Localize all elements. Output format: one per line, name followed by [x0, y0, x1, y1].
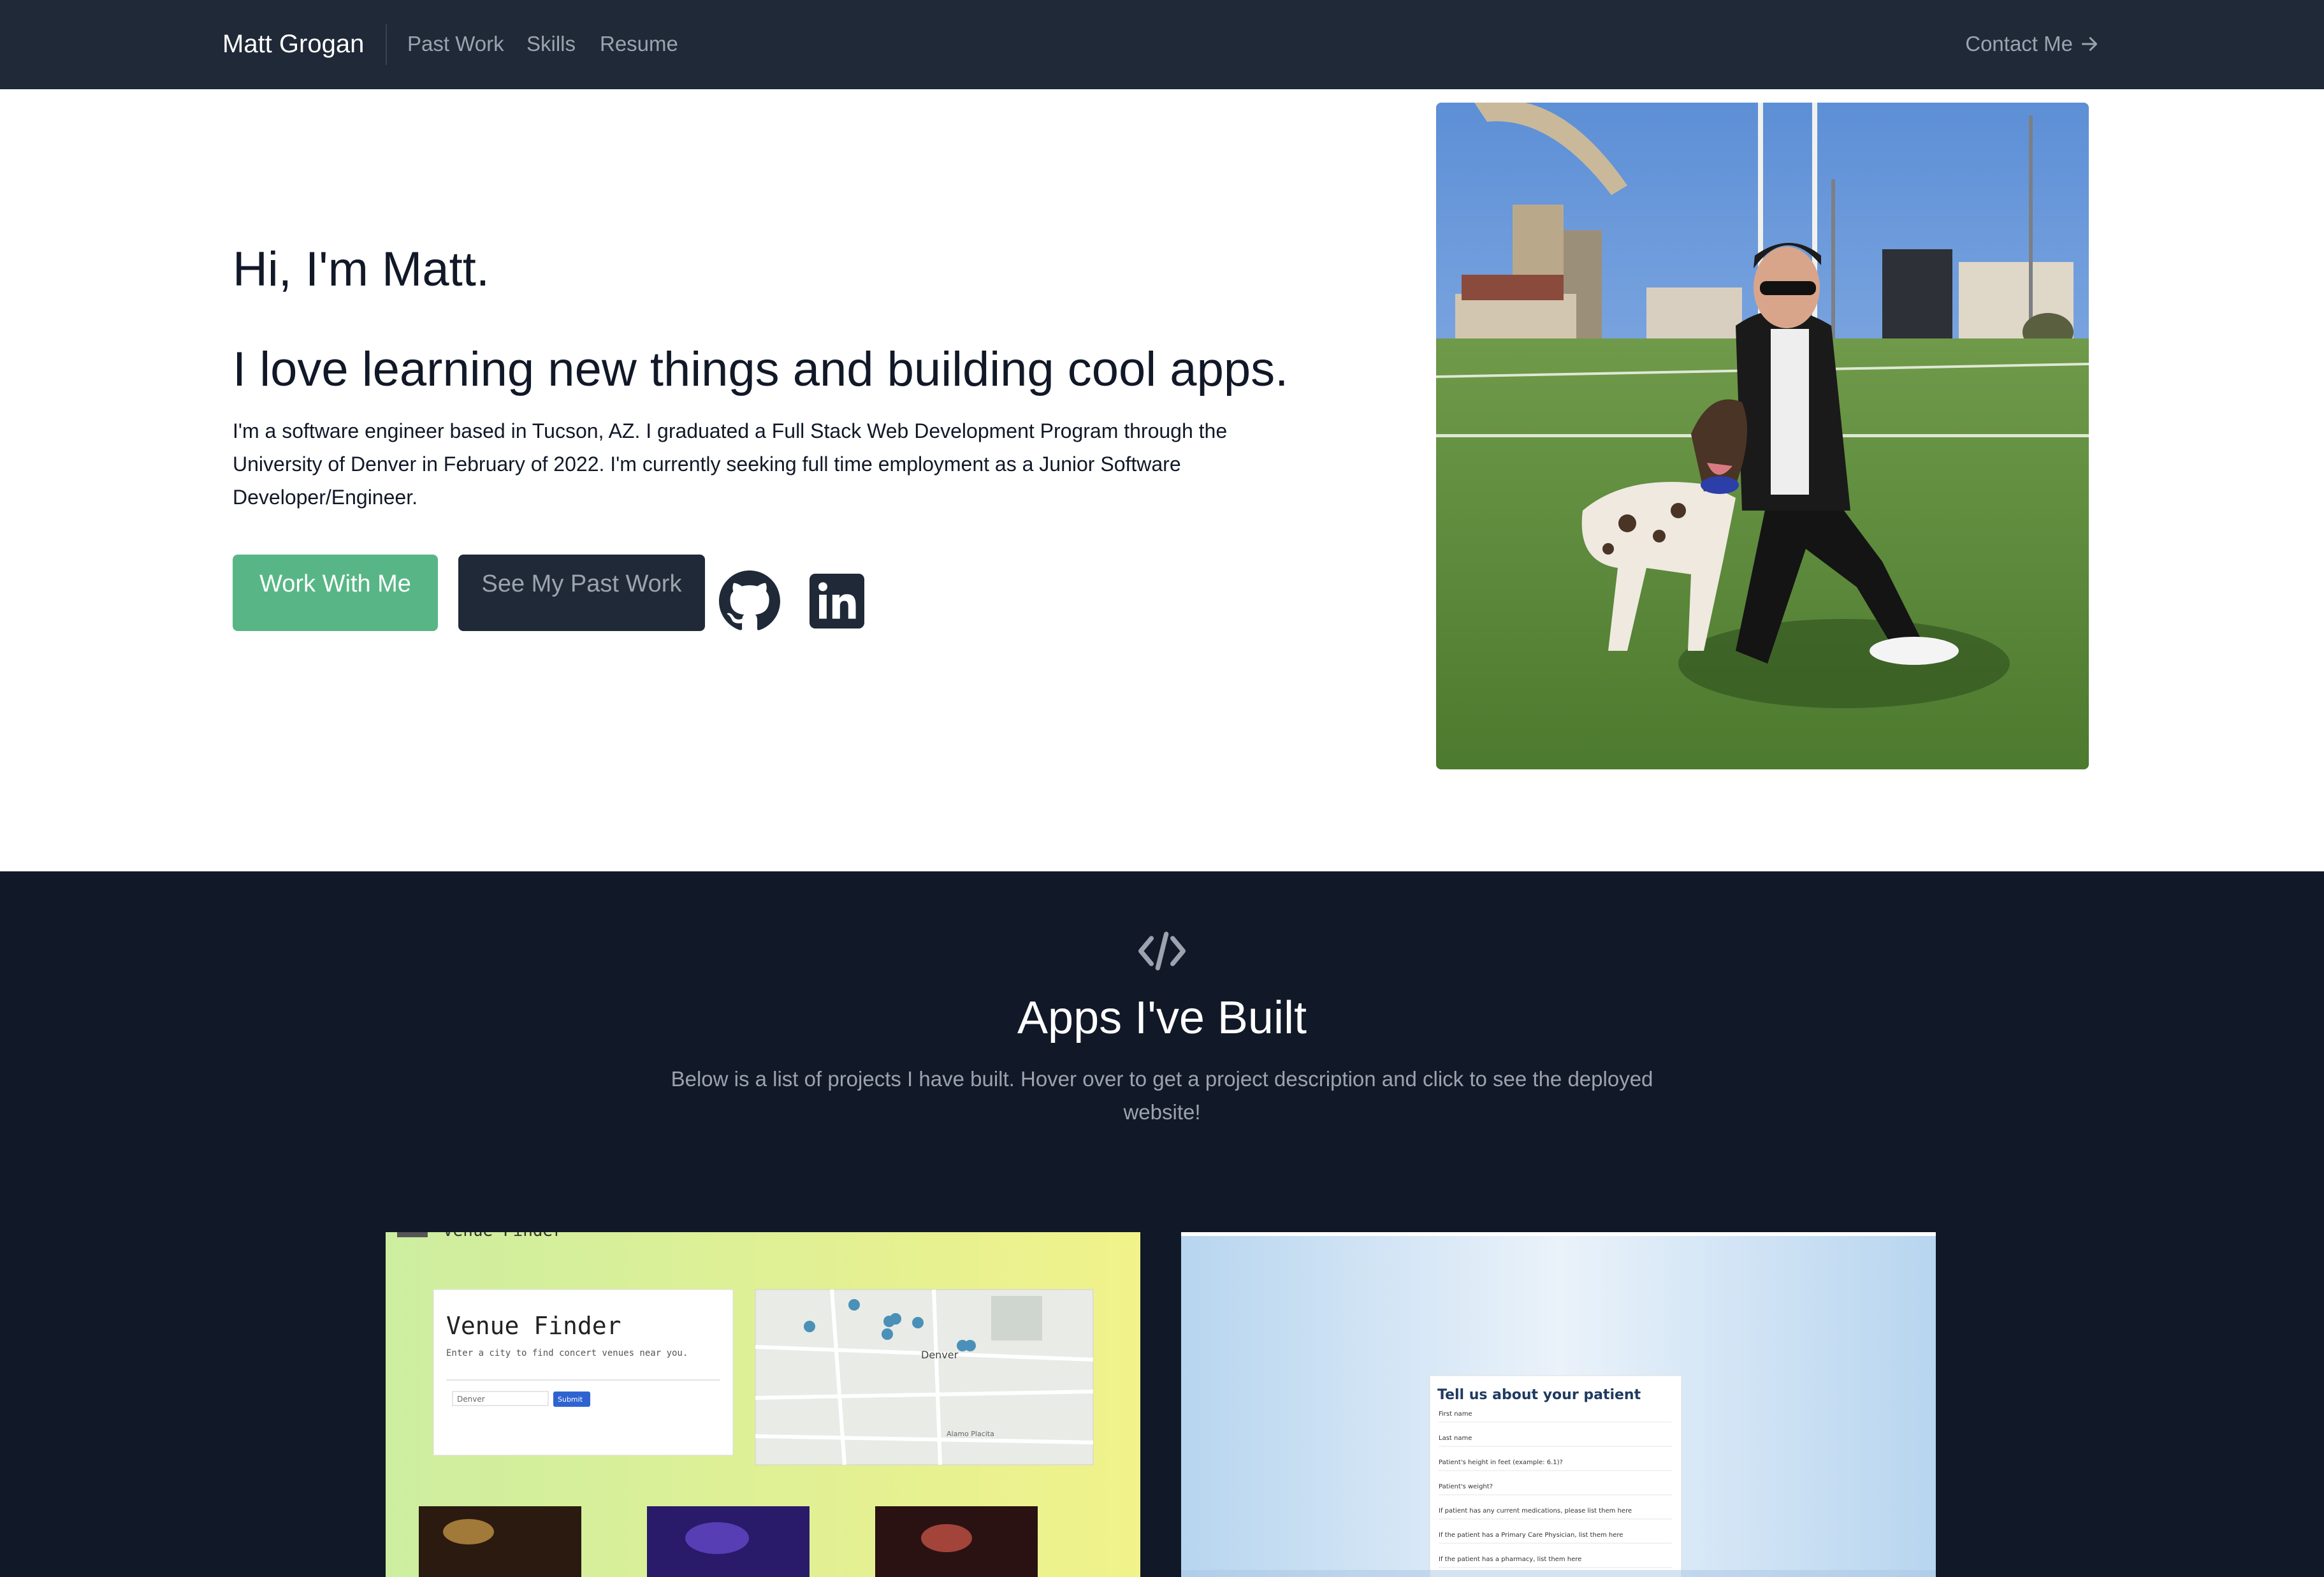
- patient-field-7: If the patient has a pharmacy, list them…: [1439, 1556, 1581, 1563]
- see-past-work-button[interactable]: See My Past Work: [458, 555, 705, 631]
- work-with-me-button[interactable]: Work With Me: [233, 555, 438, 631]
- venue-finder-screenshot: Venue Finder Venue Finder Enter a city t…: [386, 1232, 1140, 1577]
- hero-bio: I'm a software engineer based in Tucson,…: [233, 419, 1228, 509]
- patient-form-title: Tell us about your patient: [1437, 1387, 1641, 1403]
- github-icon[interactable]: [719, 570, 780, 632]
- venue-finder-submit: Submit: [558, 1395, 583, 1404]
- nav-link-resume[interactable]: Resume: [600, 29, 678, 59]
- hero-section: Hi, I'm Matt. I love learning new things…: [0, 89, 2324, 871]
- patient-field-4: Patient's weight?: [1439, 1483, 1493, 1490]
- map-area-label: Alamo Placita: [947, 1430, 994, 1438]
- contact-me-label: Contact Me: [1965, 32, 2073, 55]
- patient-field-6: If the patient has a Primary Care Physic…: [1439, 1532, 1623, 1539]
- brand-logo[interactable]: Matt Grogan: [222, 27, 364, 61]
- patient-field-1: First name: [1439, 1411, 1472, 1418]
- patient-field-3: Patient's height in feet (example: 6.1)?: [1439, 1459, 1563, 1466]
- nav-divider: [386, 24, 387, 65]
- projects-section: Apps I've Built Below is a list of proje…: [0, 871, 2324, 1577]
- profile-photo: [1436, 103, 2089, 769]
- project-card-patient-form[interactable]: Tell us about your patient First name La…: [1181, 1232, 1936, 1577]
- top-navbar: Matt Grogan Past Work Skills Resume Cont…: [0, 0, 2324, 89]
- code-icon: [1138, 931, 1186, 971]
- projects-description: Below is a list of projects I have built…: [671, 1067, 1653, 1124]
- venue-finder-app-title: Venue Finder: [443, 1232, 563, 1240]
- hero-greeting: Hi, I'm Matt.: [233, 242, 490, 296]
- venue-finder-header: Venue Finder: [446, 1312, 621, 1340]
- contact-me-link[interactable]: Contact Me: [1965, 29, 2100, 59]
- nav-link-past-work[interactable]: Past Work: [407, 29, 504, 59]
- linkedin-icon[interactable]: [810, 574, 864, 629]
- venue-finder-input-value: Denver: [457, 1395, 485, 1404]
- hero-headline: I love learning new things and building …: [233, 342, 1289, 396]
- nav-link-skills[interactable]: Skills: [527, 29, 576, 59]
- venue-finder-subtitle: Enter a city to find concert venues near…: [446, 1348, 688, 1358]
- map-city-label: Denver: [921, 1349, 959, 1361]
- arrow-right-icon: [2081, 37, 2098, 51]
- patient-field-2: Last name: [1439, 1435, 1472, 1442]
- patient-field-5: If patient has any current medications, …: [1439, 1508, 1632, 1515]
- projects-title: Apps I've Built: [1017, 992, 1307, 1043]
- project-card-venue-finder[interactable]: Venue Finder Venue Finder Enter a city t…: [386, 1232, 1140, 1577]
- patient-form-screenshot: Tell us about your patient First name La…: [1181, 1232, 1936, 1577]
